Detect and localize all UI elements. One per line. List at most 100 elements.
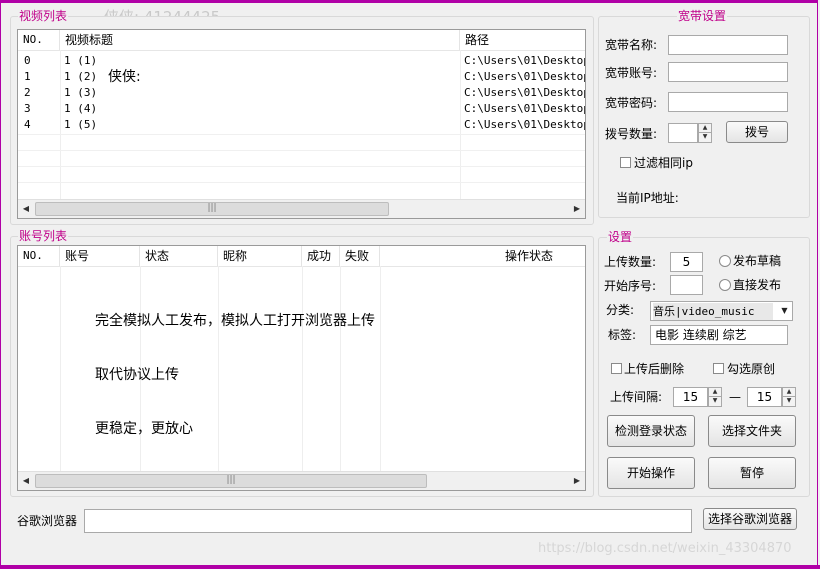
account-overlay-line: 更稳定，更放心 bbox=[95, 421, 193, 437]
column-header-no[interactable]: NO. bbox=[18, 30, 60, 50]
scroll-right-icon[interactable]: ▶ bbox=[569, 200, 585, 218]
column-header-path[interactable]: 路径 bbox=[460, 30, 585, 50]
filter-ip-label: 过滤相同ip bbox=[634, 156, 693, 170]
direct-label: 直接发布 bbox=[733, 278, 782, 292]
csdn-watermark: https://blog.csdn.net/weixin_43304870 bbox=[538, 541, 792, 556]
column-divider bbox=[218, 266, 219, 472]
row-grid-line bbox=[18, 166, 585, 167]
row-no: 4 bbox=[24, 118, 31, 131]
broadband-password-label: 宽带密码: bbox=[605, 96, 658, 110]
tags-label: 标签: bbox=[608, 328, 637, 342]
dial-count-label: 拨号数量: bbox=[605, 127, 658, 141]
check-login-button[interactable]: 检测登录状态 bbox=[607, 415, 695, 447]
row-path: C:\Users\01\Desktop\ bbox=[464, 86, 585, 99]
settings-title: 设置 bbox=[607, 230, 634, 244]
column-header-account[interactable]: 账号 bbox=[60, 246, 140, 266]
row-no: 3 bbox=[24, 102, 31, 115]
broadband-account-label: 宽带账号: bbox=[605, 66, 658, 80]
account-list-title: 账号列表 bbox=[18, 229, 69, 243]
row-path: C:\Users\01\Desktop\ bbox=[464, 118, 585, 131]
broadband-account-input[interactable] bbox=[668, 62, 788, 82]
select-folder-button[interactable]: 选择文件夹 bbox=[708, 415, 796, 447]
account-list-header: NO. 账号 状态 昵称 成功 失败 操作状态 bbox=[18, 246, 585, 267]
table-row[interactable]: 1 1 (2) C:\Users\01\Desktop\ bbox=[18, 69, 585, 85]
row-no: 2 bbox=[24, 86, 31, 99]
original-label: 勾选原创 bbox=[727, 362, 776, 376]
interval-dash: — bbox=[729, 390, 741, 404]
category-select[interactable]: 音乐|video_music bbox=[650, 301, 793, 321]
original-checkbox[interactable] bbox=[713, 363, 724, 374]
column-header-no[interactable]: NO. bbox=[18, 246, 60, 266]
stepper-up-icon[interactable]: ▲ bbox=[699, 124, 711, 133]
scroll-right-icon[interactable]: ▶ bbox=[569, 472, 585, 490]
scroll-thumb[interactable]: ||| bbox=[35, 202, 389, 216]
row-title: 1 (4) bbox=[64, 102, 98, 115]
account-list-table[interactable]: NO. 账号 状态 昵称 成功 失败 操作状态 完全模拟人工发布，模拟人工打开浏… bbox=[17, 245, 586, 491]
delete-after-checkbox[interactable] bbox=[611, 363, 622, 374]
start-index-input[interactable] bbox=[670, 275, 703, 295]
column-header-failure[interactable]: 失败 bbox=[340, 246, 380, 266]
column-header-success[interactable]: 成功 bbox=[302, 246, 340, 266]
filter-ip-checkbox[interactable] bbox=[620, 157, 631, 168]
direct-radio[interactable] bbox=[719, 279, 731, 291]
account-overlay-line: 取代协议上传 bbox=[95, 367, 179, 383]
stepper-down-icon[interactable]: ▼ bbox=[699, 133, 711, 142]
column-divider bbox=[380, 266, 381, 472]
stepper-down-icon[interactable]: ▼ bbox=[783, 397, 795, 406]
column-divider bbox=[60, 266, 61, 472]
draft-label: 发布草稿 bbox=[733, 254, 782, 268]
row-grid-line bbox=[18, 150, 585, 151]
video-list-header: NO. 视频标题 路径 bbox=[18, 30, 585, 51]
table-row[interactable]: 4 1 (5) C:\Users\01\Desktop\ bbox=[18, 117, 585, 133]
column-header-operation-status[interactable]: 操作状态 bbox=[380, 246, 585, 266]
column-header-nickname[interactable]: 昵称 bbox=[218, 246, 302, 266]
table-row[interactable]: 2 1 (3) C:\Users\01\Desktop\ bbox=[18, 85, 585, 101]
draft-radio[interactable] bbox=[719, 255, 731, 267]
account-overlay-line: 完全模拟人工发布，模拟人工打开浏览器上传 bbox=[95, 313, 375, 329]
chrome-path-input[interactable] bbox=[84, 509, 692, 533]
interval-to-input[interactable]: 15 bbox=[747, 387, 782, 407]
row-no: 0 bbox=[24, 54, 31, 67]
window-bottom-bar bbox=[0, 565, 820, 569]
row-title: 1 (2) bbox=[64, 70, 98, 83]
upload-count-input[interactable]: 5 bbox=[670, 252, 703, 272]
row-path: C:\Users\01\Desktop\ bbox=[464, 102, 585, 115]
table-row[interactable]: 3 1 (4) C:\Users\01\Desktop\ bbox=[18, 101, 585, 117]
pause-button[interactable]: 暂停 bbox=[708, 457, 796, 489]
scroll-left-icon[interactable]: ◀ bbox=[18, 200, 34, 218]
table-row[interactable]: 0 1 (1) C:\Users\01\Desktop\ bbox=[18, 53, 585, 69]
broadband-name-input[interactable] bbox=[668, 35, 788, 55]
column-header-title[interactable]: 视频标题 bbox=[60, 30, 460, 50]
broadband-password-input[interactable] bbox=[668, 92, 788, 112]
interval-from-input[interactable]: 15 bbox=[673, 387, 708, 407]
video-list-hscrollbar[interactable]: ◀ ||| ▶ bbox=[18, 199, 585, 218]
current-ip-label: 当前IP地址: bbox=[616, 191, 679, 205]
select-chrome-button[interactable]: 选择谷歌浏览器 bbox=[703, 508, 797, 530]
account-list-hscrollbar[interactable]: ◀ ||| ▶ bbox=[18, 471, 585, 490]
start-button[interactable]: 开始操作 bbox=[607, 457, 695, 489]
upload-count-label: 上传数量: bbox=[604, 255, 657, 269]
category-selected-value: 音乐|video_music bbox=[653, 303, 773, 320]
tags-input[interactable]: 电影 连续剧 综艺 bbox=[650, 325, 788, 345]
stepper-down-icon[interactable]: ▼ bbox=[709, 397, 721, 406]
interval-to-stepper[interactable]: ▲ ▼ bbox=[782, 387, 796, 407]
category-label: 分类: bbox=[606, 303, 635, 317]
chrome-label: 谷歌浏览器 bbox=[17, 514, 78, 528]
scroll-thumb[interactable]: ||| bbox=[35, 474, 427, 488]
column-divider bbox=[340, 266, 341, 472]
stepper-up-icon[interactable]: ▲ bbox=[783, 388, 795, 397]
stepper-up-icon[interactable]: ▲ bbox=[709, 388, 721, 397]
dial-count-input[interactable] bbox=[668, 123, 698, 143]
dial-button[interactable]: 拨号 bbox=[726, 121, 788, 143]
scroll-left-icon[interactable]: ◀ bbox=[18, 472, 34, 490]
row-path: C:\Users\01\Desktop\ bbox=[464, 54, 585, 67]
interval-from-stepper[interactable]: ▲ ▼ bbox=[708, 387, 722, 407]
dial-count-stepper[interactable]: ▲ ▼ bbox=[698, 123, 712, 143]
row-title: 1 (3) bbox=[64, 86, 98, 99]
row-no: 1 bbox=[24, 70, 31, 83]
video-list-title: 视频列表 bbox=[18, 9, 69, 23]
chevron-down-icon[interactable]: ▼ bbox=[778, 303, 791, 319]
column-header-status[interactable]: 状态 bbox=[140, 246, 218, 266]
column-divider bbox=[302, 266, 303, 472]
video-list-table[interactable]: NO. 视频标题 路径 0 1 (1) C:\Users\01\Desktop\… bbox=[17, 29, 586, 219]
